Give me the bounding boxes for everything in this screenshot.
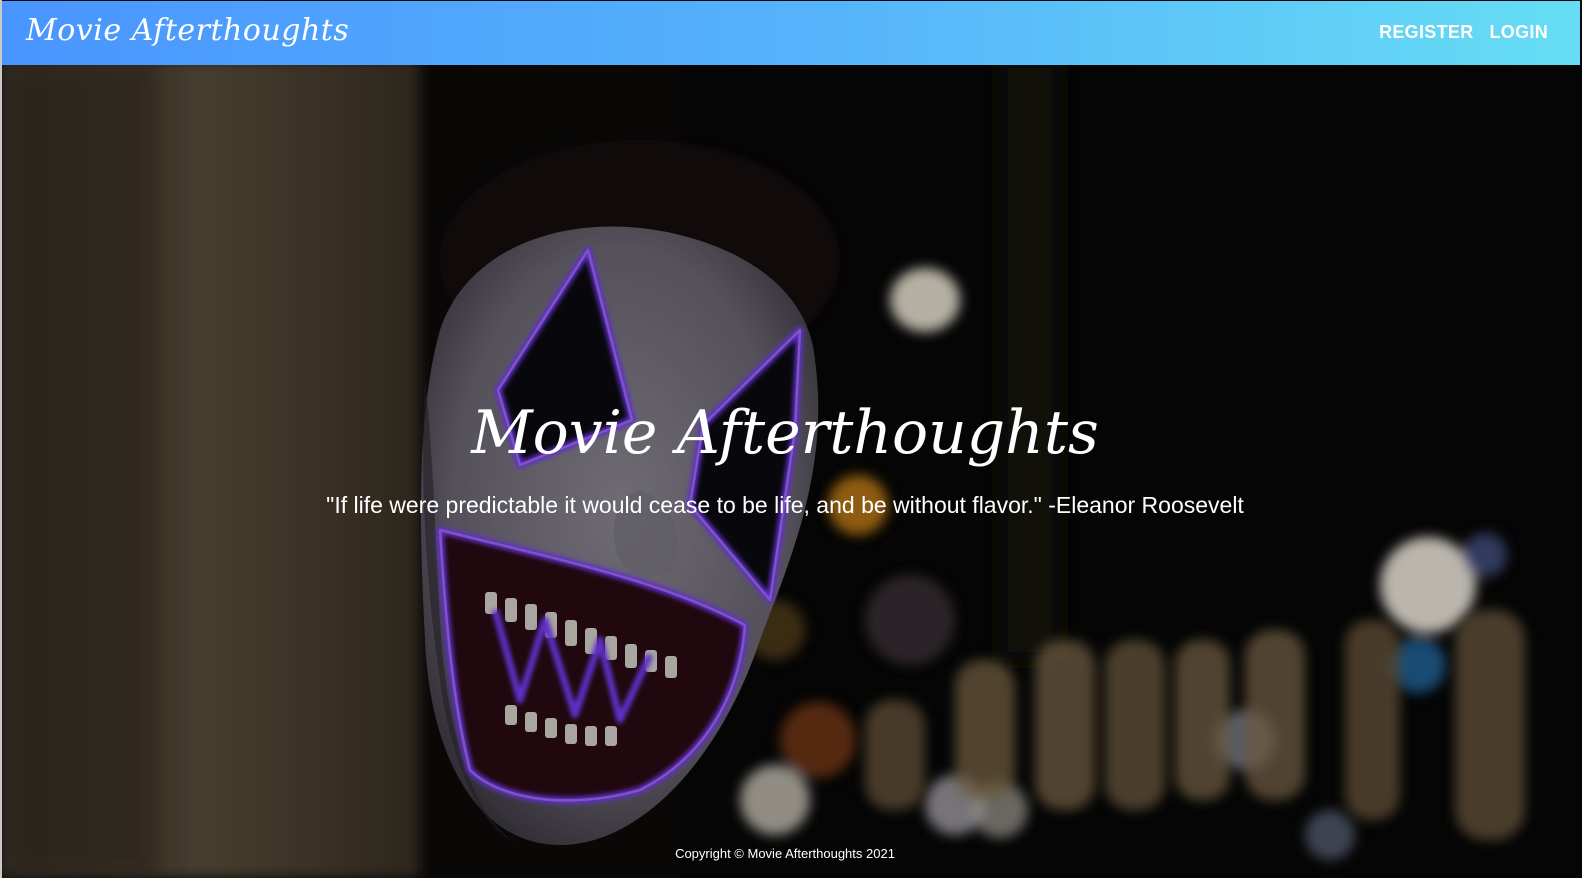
brand-logo[interactable]: Movie Afterthoughts xyxy=(26,13,349,48)
hero-title: Movie Afterthoughts xyxy=(471,398,1099,468)
window-edge xyxy=(0,0,2,878)
register-link[interactable]: REGISTER xyxy=(1379,22,1473,43)
navbar: Movie Afterthoughts REGISTER LOGIN xyxy=(2,1,1580,65)
nav-links: REGISTER LOGIN xyxy=(1379,22,1548,43)
footer-copyright: Copyright © Movie Afterthoughts 2021 xyxy=(675,846,895,861)
page: Movie Afterthoughts REGISTER LOGIN Movie… xyxy=(0,0,1582,878)
hero-quote: "If life were predictable it would cease… xyxy=(326,492,1244,518)
login-link[interactable]: LOGIN xyxy=(1490,22,1549,43)
